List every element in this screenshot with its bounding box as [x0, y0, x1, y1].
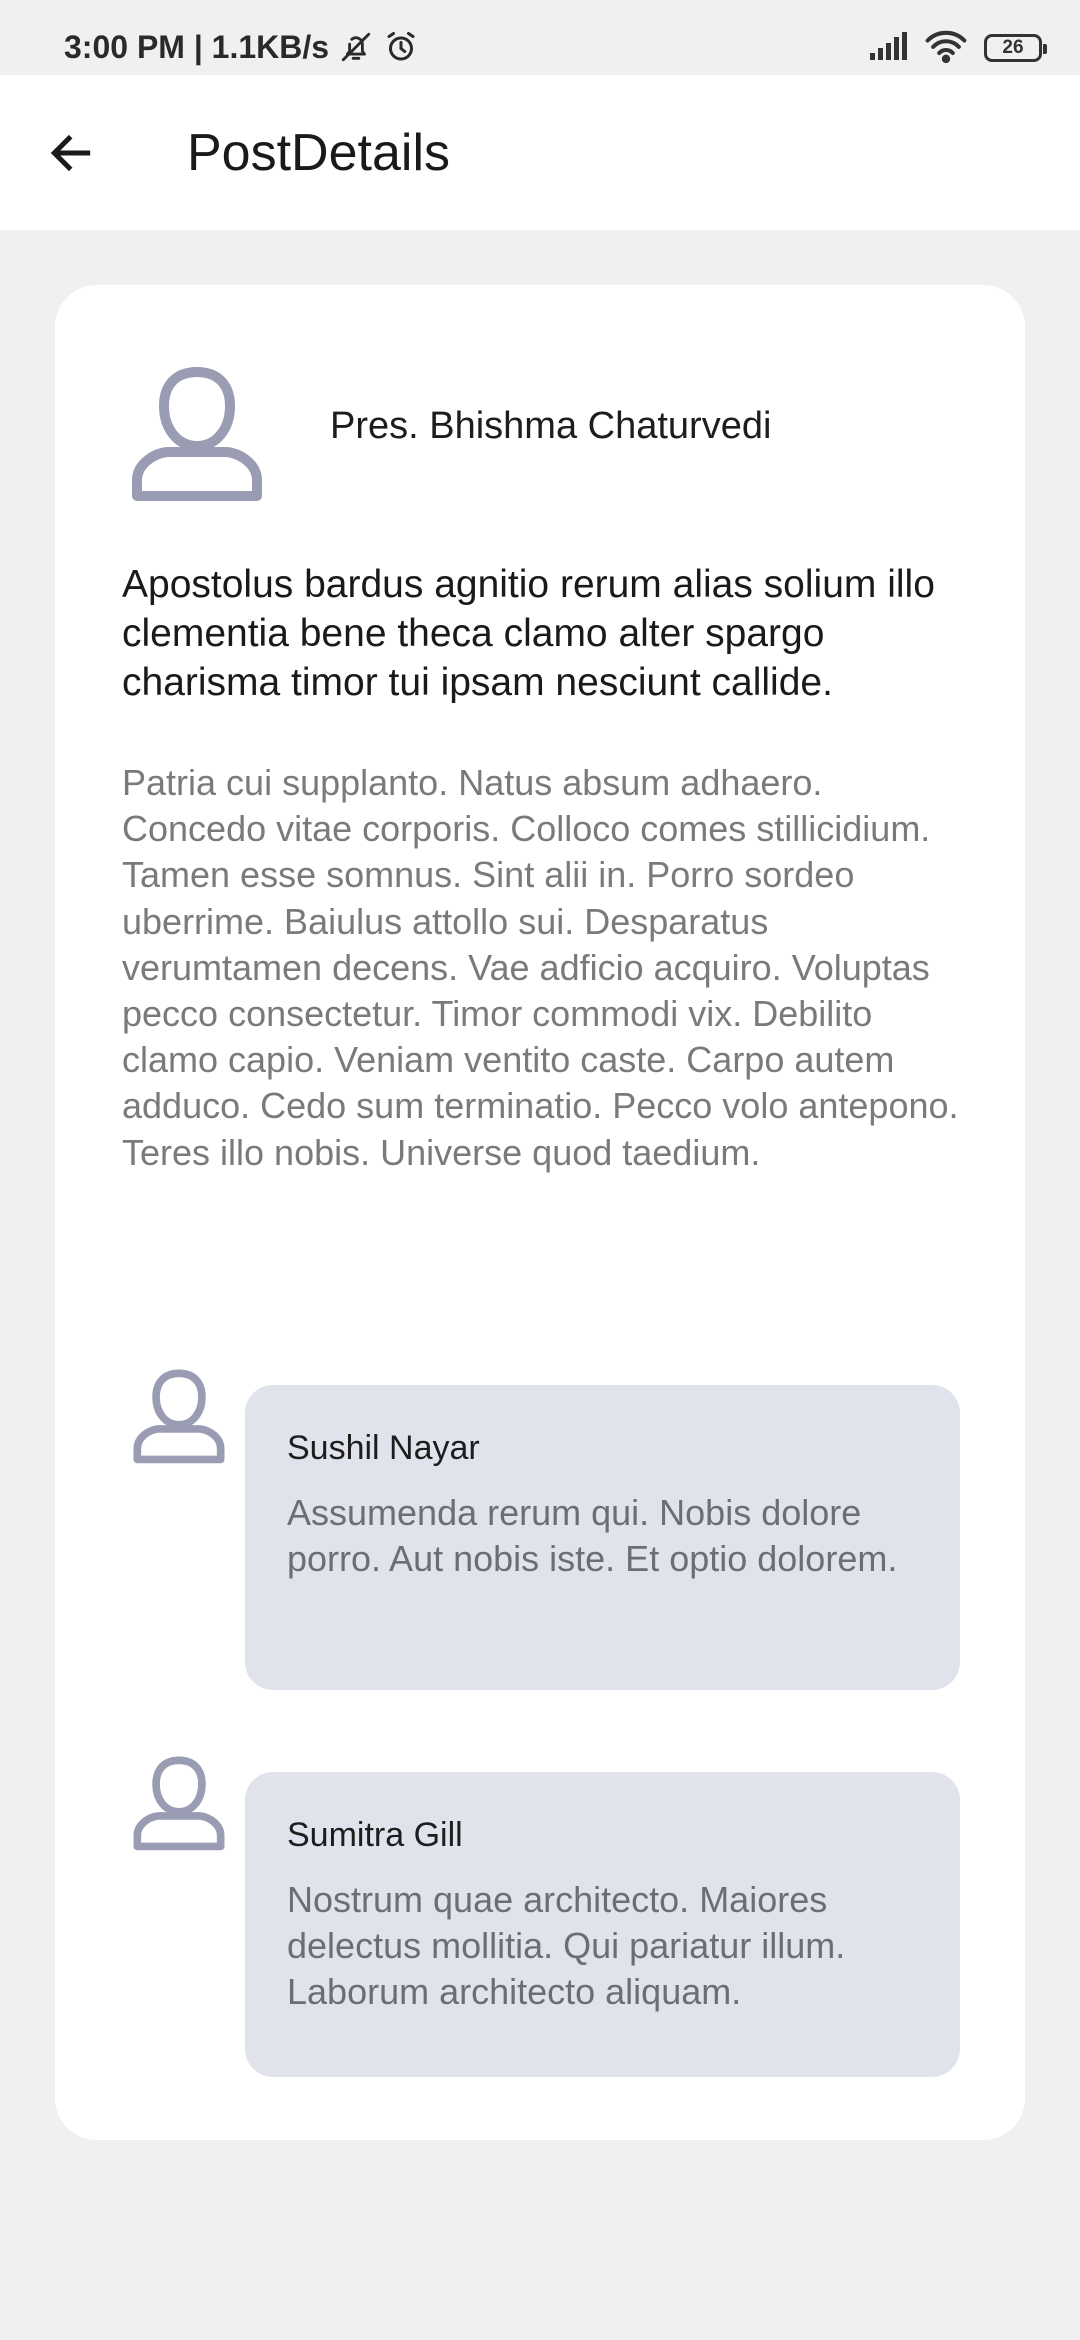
post-title: Apostolus bardus agnitio rerum alias sol… [122, 563, 935, 704]
comment-avatar [129, 1365, 229, 1465]
status-right: 26 [868, 26, 1047, 70]
post-author: Pres. Bhishma Chaturvedi [330, 405, 772, 447]
back-button[interactable] [38, 120, 104, 186]
signal-icon [868, 31, 908, 66]
battery-level: 26 [1002, 37, 1024, 58]
app-bar: PostDetails [0, 75, 1080, 230]
comment-bubble[interactable]: Sumitra Gill Nostrum quae architecto. Ma… [245, 1772, 960, 2077]
comment-text: Nostrum quae architecto. Maiores delectu… [287, 1879, 846, 2012]
wifi-icon [924, 29, 968, 68]
avatar [125, 360, 269, 504]
comment-avatar [129, 1752, 229, 1852]
post-body: Patria cui supplanto. Natus absum adhaer… [122, 762, 959, 1173]
bell-off-icon [339, 30, 373, 64]
battery-icon: 26 [984, 34, 1047, 62]
comment-bubble[interactable]: Sushil Nayar Assumenda rerum qui. Nobis … [245, 1385, 960, 1690]
status-time-speed: 3:00 PM | 1.1KB/s [64, 28, 330, 65]
comment-author: Sumitra Gill [287, 1816, 463, 1854]
page-title: PostDetails [187, 124, 450, 182]
post-card: Pres. Bhishma Chaturvedi Apostolus bardu… [55, 285, 1025, 2140]
alarm-icon [383, 29, 419, 65]
arrow-left-icon [50, 134, 91, 172]
status-left: 3:00 PM | 1.1KB/s [64, 22, 419, 72]
status-bar: 3:00 PM | 1.1KB/s 26 [0, 0, 1080, 75]
comment-text: Assumenda rerum qui. Nobis dolore porro.… [287, 1492, 898, 1579]
comment-author: Sushil Nayar [287, 1429, 480, 1467]
